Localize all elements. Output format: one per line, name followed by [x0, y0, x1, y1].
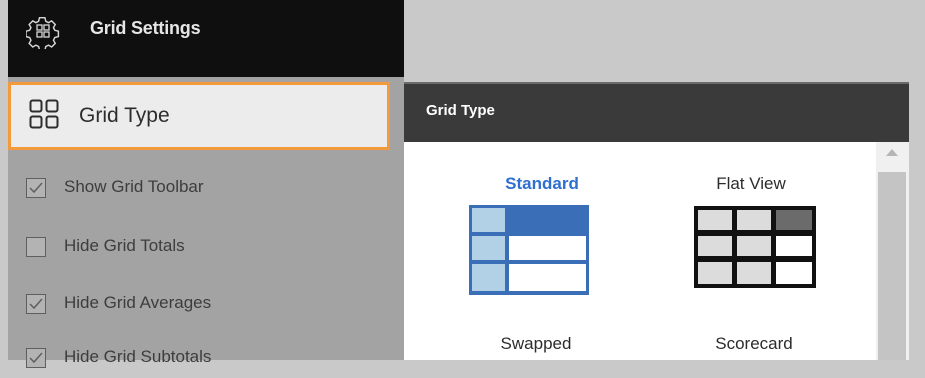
- grid-type-swapped-label[interactable]: Swapped: [456, 334, 616, 354]
- grid-type-standard-label[interactable]: Standard: [462, 174, 622, 194]
- hide-grid-averages-option[interactable]: Hide Grid Averages: [8, 284, 404, 324]
- sidebar-item-grid-type[interactable]: Grid Type: [8, 82, 390, 150]
- show-grid-toolbar-option[interactable]: Show Grid Toolbar: [8, 168, 404, 208]
- standard-grid-icon[interactable]: [469, 205, 589, 295]
- hide-grid-subtotals-option[interactable]: Hide Grid Subtotals: [8, 338, 404, 378]
- hide-grid-subtotals-checkbox[interactable]: [26, 348, 46, 368]
- grid-type-popup: Grid Type Standard Flat View Swapped Sco…: [404, 82, 909, 360]
- checkmark-icon: [29, 298, 43, 310]
- checkmark-icon: [29, 182, 43, 194]
- grid-settings-gear-icon: [25, 15, 60, 51]
- option-label: Show Grid Toolbar: [64, 177, 204, 196]
- checkmark-icon: [29, 352, 43, 364]
- popup-title: Grid Type: [426, 102, 495, 119]
- popup-header: Grid Type: [404, 82, 909, 142]
- hide-grid-totals-checkbox[interactable]: [26, 237, 46, 257]
- option-label: Hide Grid Subtotals: [64, 347, 212, 366]
- sidebar-header: Grid Settings: [8, 0, 404, 77]
- grid-type-scorecard-label[interactable]: Scorecard: [674, 334, 834, 354]
- popup-scrollbar[interactable]: [876, 142, 909, 360]
- sidebar-item-label: Grid Type: [79, 104, 170, 127]
- sidebar-title: Grid Settings: [90, 18, 201, 38]
- scroll-up-arrow-icon[interactable]: [886, 149, 898, 156]
- option-label: Hide Grid Totals: [64, 236, 185, 255]
- hide-grid-totals-option[interactable]: Hide Grid Totals: [8, 227, 404, 267]
- four-squares-icon: [29, 99, 59, 129]
- option-label: Hide Grid Averages: [64, 293, 212, 312]
- scrollbar-thumb[interactable]: [878, 172, 906, 360]
- hide-grid-averages-checkbox[interactable]: [26, 294, 46, 314]
- grid-settings-sidebar: Grid Settings Grid Type Show Grid Toolba…: [8, 0, 404, 368]
- show-grid-toolbar-checkbox[interactable]: [26, 178, 46, 198]
- grid-type-flat-view-label[interactable]: Flat View: [671, 174, 831, 194]
- flat-view-grid-icon[interactable]: [694, 206, 816, 288]
